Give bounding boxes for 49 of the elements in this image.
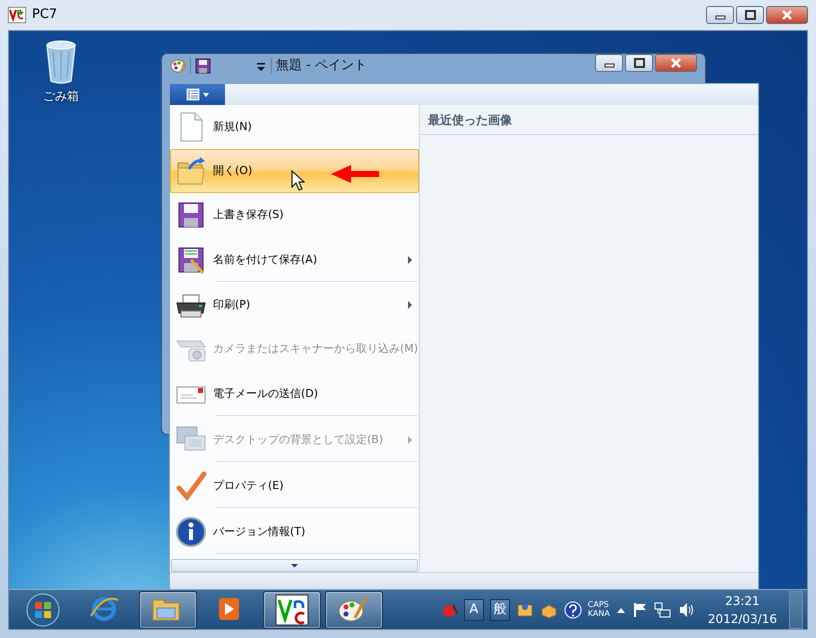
window-title: 無題 - ペイント (276, 57, 367, 76)
info-icon (175, 516, 207, 548)
submenu-arrow-icon (408, 301, 412, 309)
help-icon[interactable] (564, 600, 582, 618)
maximize-icon (634, 58, 644, 68)
windows-logo-icon (26, 592, 60, 626)
minimize-button[interactable] (706, 6, 734, 24)
submenu-arrow-icon (408, 256, 412, 264)
mouse-cursor-icon (291, 170, 305, 191)
close-button[interactable] (655, 54, 697, 72)
menu-button[interactable] (170, 84, 225, 105)
show-hidden-icons-icon[interactable] (616, 606, 626, 614)
close-icon (781, 10, 793, 20)
palette-icon[interactable] (170, 58, 186, 74)
menu-item[interactable]: 新規(N) (170, 105, 419, 149)
folder-icon (175, 155, 207, 187)
menu-item[interactable]: 上書き保存(S) (170, 193, 419, 237)
window-title: PC7 (32, 6, 58, 24)
customize-dropdown-icon[interactable] (255, 60, 267, 72)
caret-down-icon (291, 564, 298, 568)
keyboard-indicator: CAPS (588, 600, 610, 610)
menu-item[interactable]: 印刷(P) (170, 283, 419, 327)
maximize-button[interactable] (625, 54, 653, 72)
flag-icon[interactable] (632, 600, 648, 618)
arrow-annotation (331, 164, 379, 183)
taskbar-button[interactable] (325, 590, 383, 628)
maximize-button[interactable] (736, 6, 764, 24)
minimize-button[interactable] (595, 54, 623, 72)
vnc-logo-icon (8, 7, 26, 23)
save-icon[interactable] (195, 58, 211, 74)
taskbar-button[interactable] (139, 590, 197, 628)
checkmark-icon (175, 470, 207, 502)
network-icon[interactable] (654, 600, 672, 618)
close-icon (670, 58, 682, 68)
taskbar-button[interactable] (263, 590, 321, 628)
language-bar-button[interactable]: 般 (490, 598, 510, 620)
language-bar-button[interactable]: A (464, 598, 484, 620)
keyboard-indicator: KANA (588, 610, 610, 618)
close-button[interactable] (766, 6, 808, 24)
maximize-icon (744, 10, 756, 20)
recent-images-heading: 最近使った画像 (420, 105, 758, 135)
menu-icon (186, 88, 210, 101)
vnc-logo-icon (275, 594, 309, 626)
submenu-arrow-icon (408, 436, 412, 444)
menu-item[interactable]: 開く(O) (170, 149, 419, 193)
desktop-icon-label[interactable]: ごみ箱 (43, 87, 79, 105)
speaker-icon[interactable] (678, 600, 696, 618)
clock-date[interactable]: 2012/03/16 (708, 610, 777, 628)
clock-time[interactable]: 23:21 (725, 592, 760, 610)
